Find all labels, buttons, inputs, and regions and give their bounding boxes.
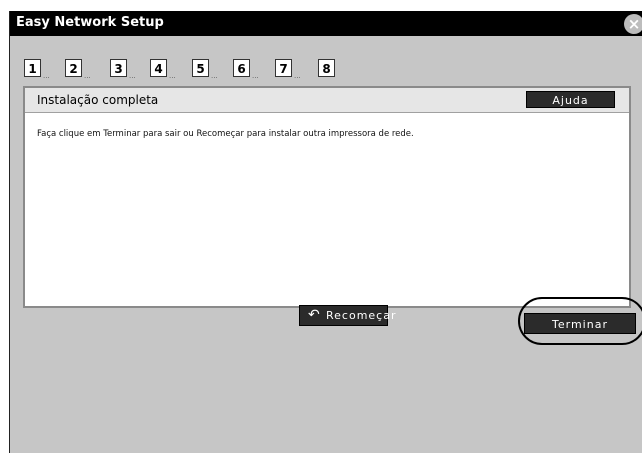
title-bar: Easy Network Setup bbox=[10, 11, 642, 36]
step-dots: ... bbox=[84, 72, 91, 80]
panel-title: Instalação completa bbox=[37, 93, 159, 107]
window-title: Easy Network Setup bbox=[16, 15, 164, 30]
panel-header: Instalação completa Ajuda bbox=[25, 88, 629, 113]
step-dots: ... bbox=[169, 72, 176, 80]
close-icon[interactable]: × bbox=[624, 14, 642, 34]
step-number: 5 bbox=[192, 59, 209, 77]
setup-window: Easy Network Setup 1 ... 2 ... 3 ... 4 .… bbox=[9, 11, 642, 453]
help-button[interactable]: Ajuda bbox=[526, 91, 615, 108]
step-dots: ... bbox=[252, 72, 259, 80]
step-dots: ... bbox=[129, 72, 136, 80]
instruction-message: Faça clique em Terminar para sair ou Rec… bbox=[37, 129, 414, 139]
content-panel: Instalação completa Ajuda Faça clique em… bbox=[23, 86, 631, 308]
step-number: 1 bbox=[24, 59, 41, 77]
step-number: 6 bbox=[233, 59, 250, 77]
step-number: 3 bbox=[110, 59, 127, 77]
step-number: 8 bbox=[318, 59, 335, 77]
finish-button-highlight bbox=[518, 297, 642, 345]
restart-button[interactable]: ↶ Recomeçar bbox=[299, 305, 396, 326]
step-number: 2 bbox=[65, 59, 82, 77]
step-dots: ... bbox=[43, 72, 50, 80]
step-dots: ... bbox=[211, 72, 218, 80]
restart-arrow-icon: ↶ bbox=[308, 307, 321, 323]
step-number: 4 bbox=[150, 59, 167, 77]
restart-button-label: Recomeçar bbox=[326, 309, 397, 322]
step-dots: ... bbox=[294, 72, 301, 80]
step-number: 7 bbox=[275, 59, 292, 77]
